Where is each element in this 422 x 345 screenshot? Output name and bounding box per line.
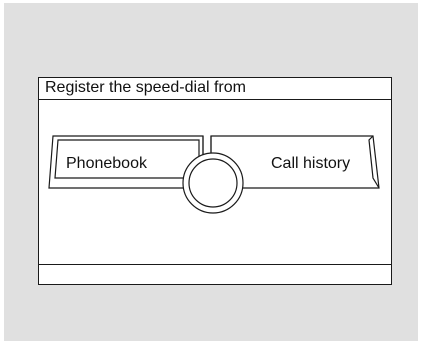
call-history-button-label[interactable]: Call history: [271, 155, 350, 173]
display-screen: Register the speed-dial from Phonebook C…: [38, 77, 392, 285]
speed-dial-source-selector: Phonebook Call history: [39, 78, 391, 264]
phonebook-button-label[interactable]: Phonebook: [66, 155, 147, 173]
status-bar: [39, 264, 391, 284]
display-frame: Register the speed-dial from Phonebook C…: [4, 3, 418, 341]
